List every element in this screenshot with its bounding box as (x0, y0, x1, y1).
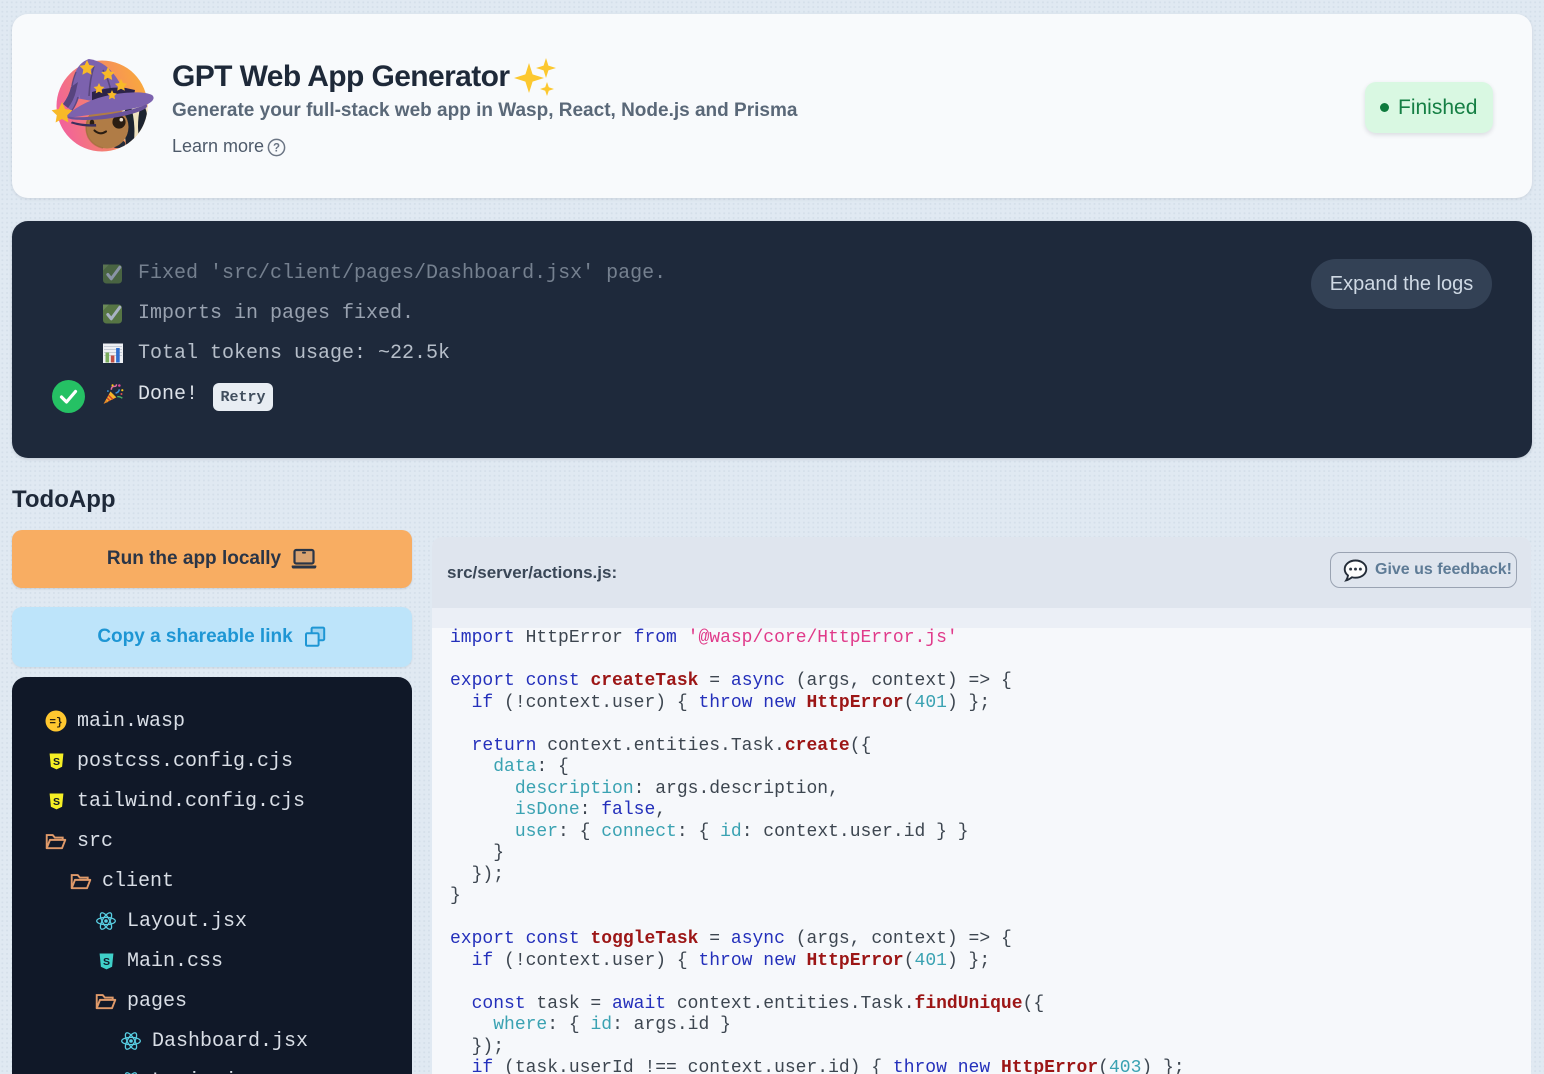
svg-text:?: ? (273, 143, 280, 155)
svg-text:=}: =} (49, 717, 62, 729)
svg-text:S: S (102, 956, 109, 968)
svg-text:S: S (52, 756, 59, 768)
svg-text:S: S (52, 796, 59, 808)
